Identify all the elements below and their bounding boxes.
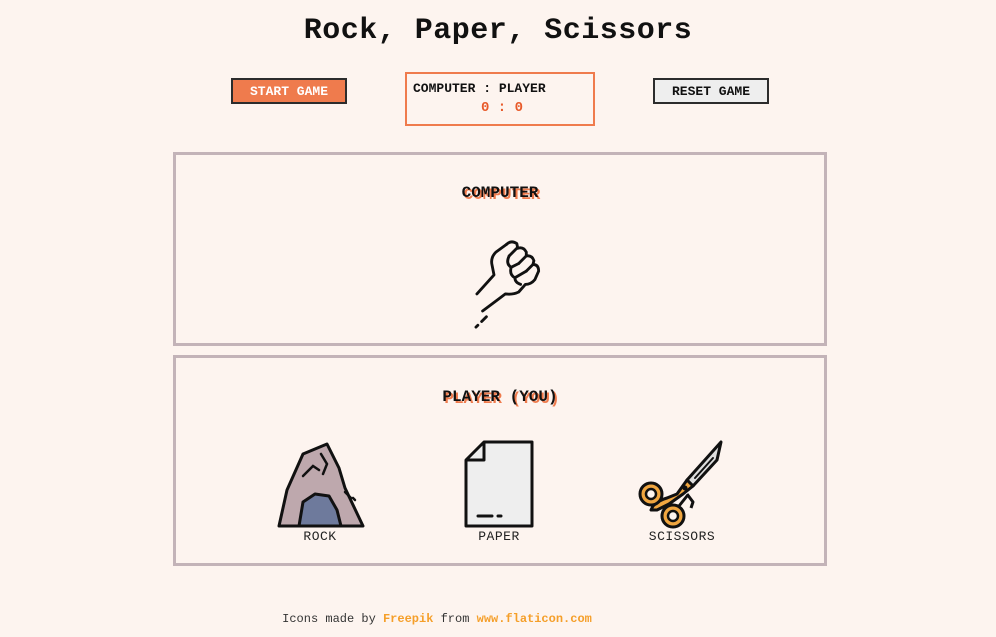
- scoreboard: COMPUTER : PLAYER 0 : 0: [405, 72, 595, 126]
- flaticon-link[interactable]: www.flaticon.com: [477, 612, 592, 626]
- score-value: 0 : 0: [480, 100, 523, 116]
- rock-choice[interactable]: ROCK: [250, 440, 380, 550]
- rock-icon: [277, 442, 365, 528]
- page-title: Rock, Paper, Scissors: [303, 14, 693, 48]
- scissors-label: SCISSORS: [648, 529, 716, 544]
- fist-icon: [474, 240, 541, 329]
- attribution-middle: from: [440, 612, 470, 626]
- scissors-choice[interactable]: SCISSORS: [612, 440, 742, 550]
- player-panel: PLAYER (YOU) ROCK PAPER SCISSORS: [173, 355, 827, 566]
- paper-label: PAPER: [478, 529, 520, 544]
- reset-game-button[interactable]: RESET GAME: [653, 78, 769, 104]
- computer-panel-title: COMPUTER: [461, 184, 539, 202]
- scissors-icon: [638, 440, 723, 529]
- attribution: Icons made by Freepik from www.flaticon.…: [0, 612, 874, 626]
- start-game-button[interactable]: START GAME: [231, 78, 347, 104]
- paper-choice[interactable]: PAPER: [429, 440, 559, 550]
- computer-panel: COMPUTER: [173, 152, 827, 346]
- score-label: COMPUTER : PLAYER: [413, 81, 546, 96]
- attribution-prefix: Icons made by: [282, 612, 376, 626]
- paper-icon: [464, 440, 534, 528]
- player-panel-title: PLAYER (YOU): [442, 388, 558, 406]
- rock-label: ROCK: [303, 529, 337, 544]
- freepik-link[interactable]: Freepik: [383, 612, 433, 626]
